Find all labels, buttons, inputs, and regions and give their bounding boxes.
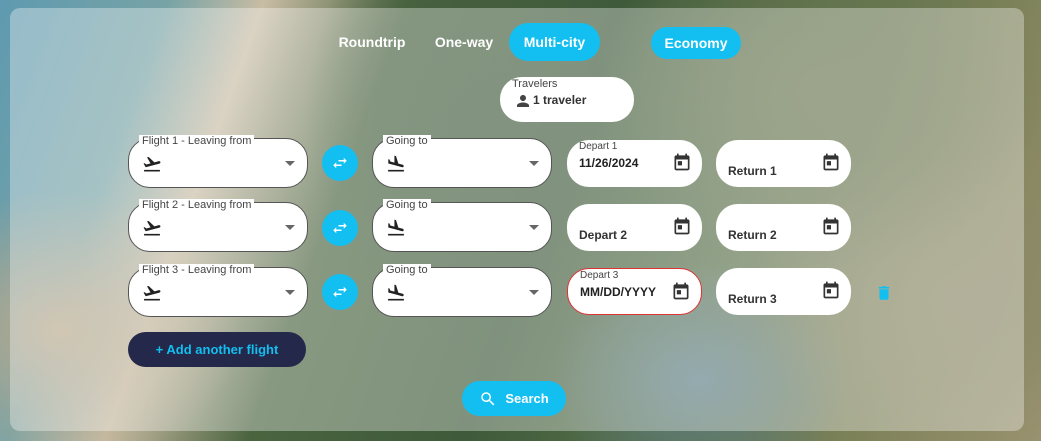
return-1-placeholder: Return 1 — [728, 164, 777, 178]
return-3-date[interactable]: Return 3 — [716, 268, 851, 315]
takeoff-icon — [143, 156, 161, 172]
flight-1-leaving-label: Flight 1 - Leaving from — [139, 135, 255, 147]
swap-button[interactable] — [322, 274, 358, 310]
tab-roundtrip[interactable]: Roundtrip — [330, 23, 414, 61]
search-label: Search — [505, 391, 549, 406]
calendar-icon — [823, 281, 839, 299]
travelers-label: Travelers — [512, 78, 558, 90]
travelers-selector[interactable]: Travelers 1 traveler — [500, 77, 634, 122]
flight-3-going-label: Going to — [383, 264, 431, 276]
depart-2-placeholder: Depart 2 — [579, 228, 628, 242]
depart-1-date[interactable]: Depart 1 11/26/2024 — [567, 140, 702, 187]
flight-2-going-label: Going to — [383, 199, 431, 211]
trash-icon[interactable] — [875, 283, 893, 303]
flight-3-going-to[interactable]: Going to — [372, 264, 552, 317]
chevron-down-icon — [285, 161, 295, 166]
landing-icon — [388, 219, 404, 236]
swap-button[interactable] — [322, 210, 358, 246]
depart-1-value: 11/26/2024 — [579, 156, 639, 170]
swap-icon — [333, 157, 347, 169]
flight-2-going-to[interactable]: Going to — [372, 199, 552, 252]
calendar-icon — [674, 217, 690, 235]
chevron-down-icon — [529, 225, 539, 230]
depart-3-label: Depart 3 — [580, 270, 619, 281]
swap-button[interactable] — [322, 145, 358, 181]
tab-one-way[interactable]: One-way — [426, 23, 502, 61]
return-3-placeholder: Return 3 — [728, 292, 777, 306]
calendar-icon — [823, 153, 839, 171]
flight-1-leaving-from[interactable]: Flight 1 - Leaving from — [128, 135, 308, 188]
return-1-date[interactable]: Return 1 — [716, 140, 851, 187]
depart-1-label: Depart 1 — [579, 141, 618, 152]
flight-3-leaving-label: Flight 3 - Leaving from — [139, 264, 255, 276]
calendar-icon — [674, 153, 690, 171]
chevron-down-icon — [285, 290, 295, 295]
person-icon — [517, 95, 529, 107]
search-icon — [481, 391, 495, 405]
chevron-down-icon — [529, 290, 539, 295]
chevron-down-icon — [529, 161, 539, 166]
add-flight-button[interactable]: + Add another flight — [128, 332, 306, 367]
return-2-placeholder: Return 2 — [728, 228, 777, 242]
flight-1-going-to[interactable]: Going to — [372, 135, 552, 188]
takeoff-icon — [143, 220, 161, 236]
depart-2-date[interactable]: Depart 2 — [567, 204, 702, 251]
landing-icon — [388, 284, 404, 301]
swap-icon — [333, 222, 347, 234]
swap-icon — [333, 286, 347, 298]
flight-2-leaving-label: Flight 2 - Leaving from — [139, 199, 255, 211]
depart-3-value: MM/DD/YYYY — [580, 285, 657, 299]
depart-3-date[interactable]: Depart 3 MM/DD/YYYY — [567, 268, 702, 315]
flight-2-leaving-from[interactable]: Flight 2 - Leaving from — [128, 199, 308, 252]
chevron-down-icon — [285, 225, 295, 230]
return-2-date[interactable]: Return 2 — [716, 204, 851, 251]
takeoff-icon — [143, 285, 161, 301]
tab-multi-city[interactable]: Multi-city — [509, 23, 600, 61]
flight-3-leaving-from[interactable]: Flight 3 - Leaving from — [128, 264, 308, 317]
travelers-value: 1 traveler — [533, 93, 587, 107]
flight-1-going-label: Going to — [383, 135, 431, 147]
cabin-class-button[interactable]: Economy — [651, 27, 741, 59]
search-button[interactable]: Search — [462, 381, 566, 416]
calendar-icon — [823, 217, 839, 235]
landing-icon — [388, 155, 404, 172]
calendar-icon — [673, 282, 689, 300]
